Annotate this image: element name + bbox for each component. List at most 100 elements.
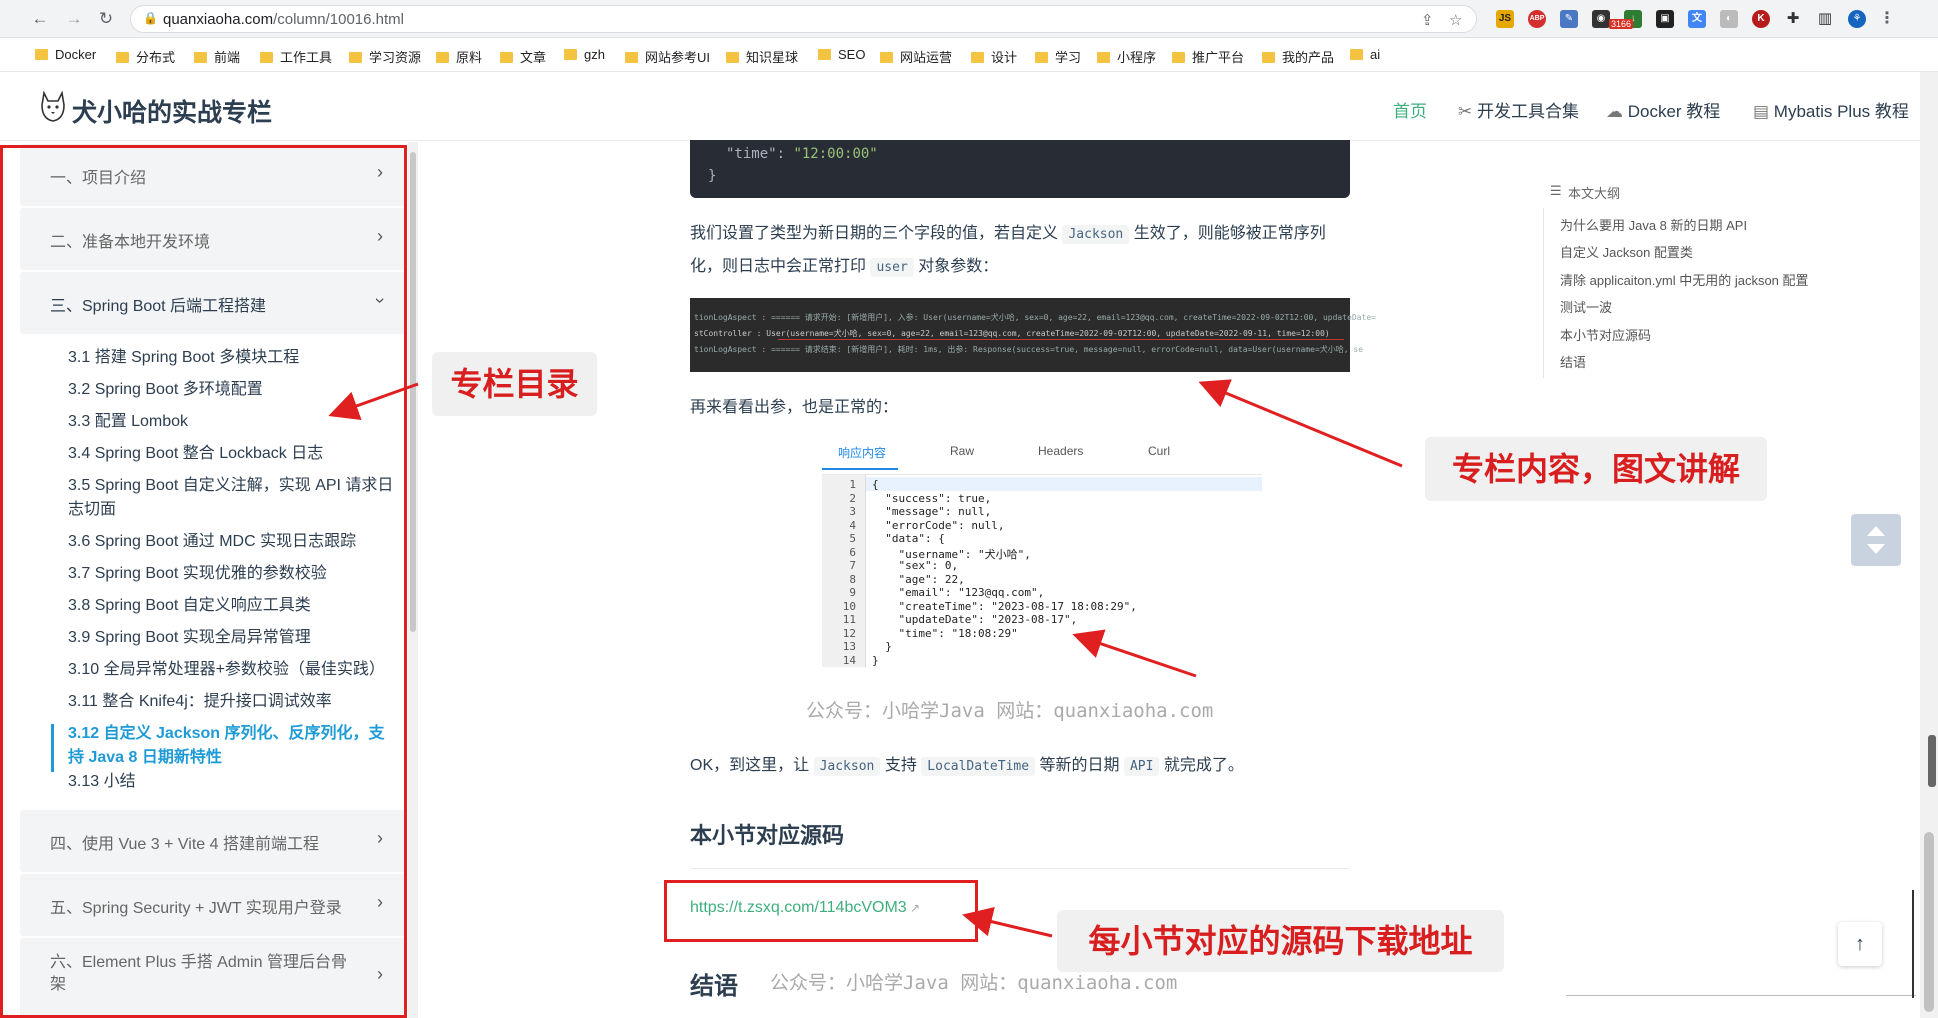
log-screenshot-image: tionLogAspect : ====== 请求开始: [新增用户], 入参:… [690, 298, 1376, 372]
bookmark-folder[interactable]: 网站参考UI [625, 47, 710, 66]
bookmark-folder[interactable]: 工作工具 [260, 47, 332, 66]
log-line: tionLogAspect : ====== 请求开始: [新增用户], 入参:… [694, 313, 1376, 322]
site-title[interactable]: 犬小哈的实战专栏 [72, 93, 272, 129]
paragraph: 我们设置了类型为新日期的三个字段的值，若自定义 Jackson 生效了，则能够被… [690, 218, 1356, 284]
back-icon[interactable]: ← [30, 9, 50, 29]
nav-dev-tools[interactable]: ✂ 开发工具合集 [1458, 97, 1579, 122]
page-scrollbar[interactable] [1920, 72, 1938, 1018]
line-number: 8 [849, 572, 856, 586]
tab-curl[interactable]: Curl [1148, 444, 1170, 458]
bookmark-folder[interactable]: 我的产品 [1262, 47, 1334, 66]
text: OK，到这里，让 [690, 757, 810, 774]
extensions-puzzle-icon[interactable]: ✚ [1784, 10, 1802, 28]
bookmark-folder[interactable]: 前端 [194, 47, 240, 66]
toc-item[interactable]: 清除 applicaiton.yml 中无用的 jackson 配置 [1560, 270, 1809, 289]
divider [1566, 995, 1916, 996]
bookmark-folder[interactable]: gzh [564, 47, 605, 62]
url-text: quanxiaoha.com/column/10016.html [163, 11, 404, 28]
bookmark-folder[interactable]: 设计 [971, 47, 1017, 66]
browser-toolbar: ← → ↻ 🔒 quanxiaoha.com/column/10016.html… [0, 0, 1938, 38]
code-line: } [708, 168, 717, 184]
scrollbar-thumb[interactable] [1924, 832, 1934, 1012]
log-line: stController : User(username=犬小哈, sex=0,… [694, 329, 1330, 338]
nav-label: Docker 教程 [1627, 102, 1721, 121]
watermark: 公众号：小哈学Java 网站：quanxiaoha.com [806, 700, 1214, 722]
bookmark-folder[interactable]: ai [1350, 47, 1380, 62]
list-icon: ☰ [1550, 183, 1562, 198]
code-key: "time" [726, 146, 777, 162]
site-header: 犬小哈的实战专栏 首页 ✂ 开发工具合集 ☁ Docker 教程 ▤ Mybat… [0, 73, 1920, 141]
line-number: 5 [849, 532, 856, 545]
scrollbar-thumb[interactable] [410, 152, 416, 632]
profile-avatar[interactable]: ⚘ [1848, 10, 1866, 28]
annotation-box-source [664, 880, 978, 942]
line-number: 3 [849, 505, 856, 518]
bookmark-folder[interactable]: 网站运营 [880, 47, 952, 66]
tab-raw[interactable]: Raw [950, 444, 974, 458]
toc-item[interactable]: 自定义 Jackson 配置类 [1560, 242, 1693, 261]
extension-grey-icon[interactable]: ◐ [1720, 10, 1738, 28]
code-block: "time": "12:00:00" } [690, 140, 1350, 198]
extension-translate-icon[interactable]: 文 [1688, 10, 1706, 28]
toc-item[interactable]: 测试一波 [1560, 297, 1612, 316]
bookmark-folder[interactable]: 分布式 [116, 47, 175, 66]
log-underline [778, 339, 1344, 340]
bookmark-folder[interactable]: Docker [35, 47, 96, 62]
bookmark-folder[interactable]: 学习资源 [349, 47, 421, 66]
reload-icon[interactable]: ↻ [96, 9, 116, 29]
line-number: 2 [849, 491, 856, 505]
toc-item[interactable]: 为什么要用 Java 8 新的日期 API [1560, 215, 1747, 234]
json-viewer: 1 2 3 4 5 6 7 8 9 10 11 12 13 14 { "success": true, "… [822, 474, 1262, 667]
sidepanel-icon[interactable]: ▥ [1816, 10, 1834, 28]
inline-code: user [870, 258, 914, 277]
inline-code: Jackson [813, 757, 881, 776]
edge-handle[interactable] [1928, 735, 1936, 787]
nav-mybatis[interactable]: ▤ Mybatis Plus 教程 [1753, 97, 1909, 122]
bookmark-folder[interactable]: 文章 [500, 47, 546, 66]
toc-title-text: 本文大纲 [1568, 186, 1621, 201]
code-colon: : [776, 146, 794, 162]
bookmark-folder[interactable]: SEO [818, 47, 865, 62]
address-bar[interactable]: 🔒 quanxiaoha.com/column/10016.html ⇪ ☆ [130, 5, 1477, 33]
arrow-source [962, 906, 1053, 938]
extension-k-icon[interactable]: K [1752, 10, 1770, 28]
extension-ghost-icon[interactable]: ◉ [1592, 10, 1610, 28]
json-line: } [872, 640, 892, 653]
back-to-top-button[interactable]: ↑ [1838, 922, 1882, 966]
inline-code: API [1123, 757, 1160, 776]
json-line: "message": null, [872, 505, 992, 518]
bookmark-folder[interactable]: 小程序 [1097, 47, 1156, 66]
bookmarks-bar: Docker 分布式 前端 工作工具 学习资源 原料 文章 gzh 网站参考UI… [0, 38, 1938, 72]
bookmark-folder[interactable]: 推广平台 [1172, 47, 1244, 66]
extension-abp-icon[interactable]: ABP [1528, 10, 1546, 28]
sidebar-scrollbar[interactable] [408, 142, 418, 1018]
share-icon[interactable]: ⇪ [1421, 11, 1434, 29]
nav-home[interactable]: 首页 [1393, 97, 1427, 122]
json-line: "email": "123@qq.com", [872, 586, 1045, 599]
extension-pen-icon[interactable]: ✎ [1560, 10, 1578, 28]
toc-title: ☰ 本文大纲 [1550, 183, 1621, 202]
extension-qr-icon[interactable]: ▣ [1656, 10, 1674, 28]
nav-docker[interactable]: ☁ Docker 教程 [1606, 97, 1720, 122]
dog-logo-icon[interactable] [40, 91, 66, 123]
menu-kebab-icon[interactable]: ⋮ [1878, 10, 1896, 28]
bookmark-star-icon[interactable]: ☆ [1449, 11, 1462, 29]
tab-headers[interactable]: Headers [1038, 444, 1083, 458]
line-number: 9 [849, 586, 856, 599]
response-screenshot-image: 响应内容 Raw Headers Curl 1 2 3 4 5 6 7 8 9 10 11 12 13 1… [798, 432, 1268, 672]
heading-divider [690, 868, 1350, 869]
scroll-updown-control[interactable] [1851, 514, 1901, 566]
tab-response[interactable]: 响应内容 [838, 444, 886, 461]
json-line: } [872, 653, 879, 667]
tools-icon: ✂ [1458, 102, 1477, 121]
line-number: 6 [849, 545, 856, 559]
toc-item[interactable]: 本小节对应源码 [1560, 325, 1651, 344]
text: 我们设置了类型为新日期的三个字段的值，若自定义 [690, 225, 1059, 242]
extension-js-icon[interactable]: JS [1496, 10, 1514, 28]
bookmark-folder[interactable]: 知识星球 [726, 47, 798, 66]
forward-icon[interactable]: → [64, 9, 84, 29]
bookmark-folder[interactable]: 学习 [1035, 47, 1081, 66]
toc-item[interactable]: 结语 [1560, 352, 1586, 371]
bookmark-folder[interactable]: 原料 [436, 47, 482, 66]
watermark: 公众号：小哈学Java 网站：quanxiaoha.com [770, 972, 1178, 994]
